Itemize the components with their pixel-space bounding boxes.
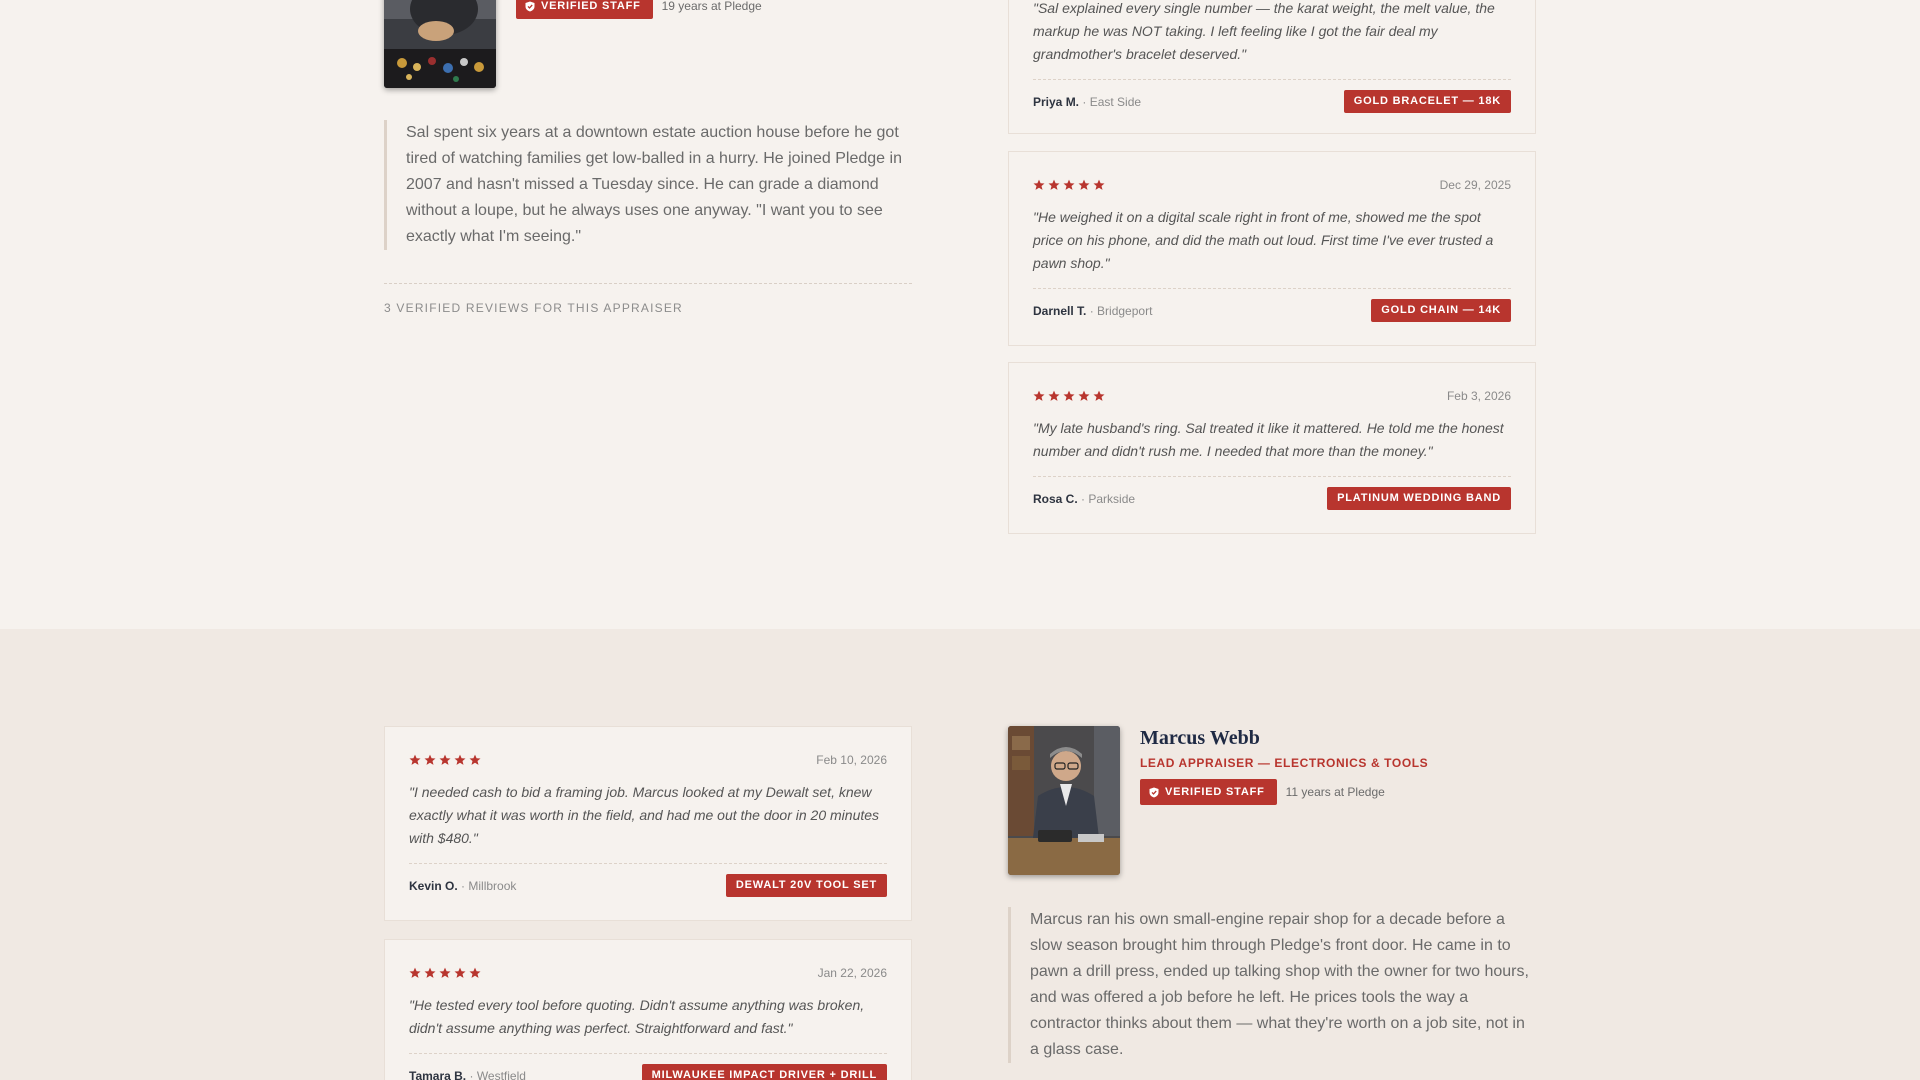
review-quote: "My late husband's ring. Sal treated it … — [1033, 420, 1504, 459]
reviewer-location: · Westfield — [469, 1068, 526, 1080]
star-icon — [409, 754, 421, 765]
review-card: Dec 29, 2025 "He weighed it on a digital… — [1008, 151, 1536, 346]
star-icon — [424, 967, 436, 978]
jeweler-photo-image — [384, 0, 496, 88]
review-quote: "He tested every tool before quoting. Di… — [409, 997, 865, 1036]
reviewer: Rosa C. · Parkside — [1033, 492, 1135, 506]
review-card: Jan 22, 2026 "He tested every tool befor… — [384, 939, 912, 1080]
reviewer-name: Rosa C. — [1033, 491, 1078, 506]
star-rating — [409, 754, 481, 766]
star-icon — [1078, 179, 1090, 190]
reviewer-name: Kevin O. — [409, 878, 458, 893]
review-header: Dec 29, 2025 — [1033, 178, 1511, 192]
item-tag: Gold Bracelet — 18K — [1343, 90, 1511, 113]
sal-bio: Sal spent six years at a downtown estate… — [384, 120, 912, 250]
reviewer: Kevin O. · Millbrook — [409, 879, 516, 893]
reviewer: Tamara B. · Westfield — [409, 1069, 526, 1080]
review-quote: "I needed cash to bid a framing job. Mar… — [409, 784, 880, 846]
marcus-section: Feb 10, 2026 "I needed cash to bid a fra… — [0, 629, 1920, 1080]
review-card: Feb 3, 2026 "My late husband's ring. Sal… — [1008, 362, 1536, 534]
star-icon — [1033, 179, 1045, 190]
reviewer-location: · East Side — [1082, 94, 1142, 109]
reviewer-name: Darnell T. — [1033, 303, 1087, 318]
marcus-photo — [1008, 726, 1120, 875]
verified-staff-badge: Verified Staff — [1140, 779, 1277, 805]
review-date: Jan 22, 2026 — [817, 966, 887, 980]
star-icon — [439, 967, 451, 978]
review-date: Dec 29, 2025 — [1439, 178, 1511, 192]
divider — [384, 283, 912, 284]
item-tag: Gold Chain — 14K — [1371, 299, 1511, 322]
item-tag: Milwaukee Impact Driver + Drill — [641, 1064, 887, 1080]
shield-check-icon — [525, 1, 535, 11]
reviewer-name: Priya M. — [1033, 94, 1080, 109]
star-rating — [1033, 390, 1105, 402]
appraiser-photo-image — [1008, 726, 1120, 875]
review-count: 3 Verified Reviews for this Appraiser — [384, 301, 683, 315]
reviewer: Priya M. · East Side — [1033, 95, 1141, 109]
review-header: Feb 3, 2026 — [1033, 389, 1511, 403]
star-icon — [1063, 390, 1075, 401]
appraiser-name: Marcus Webb — [1140, 727, 1260, 749]
star-icon — [1048, 390, 1060, 401]
star-rating — [1033, 179, 1105, 191]
item-tag: Platinum Wedding Band — [1327, 487, 1511, 510]
star-icon — [409, 967, 421, 978]
star-icon — [424, 754, 436, 765]
reviewer-name: Tamara B. — [409, 1068, 467, 1080]
sal-photo — [384, 0, 496, 88]
star-icon — [454, 967, 466, 978]
review-date: Feb 10, 2026 — [816, 753, 887, 767]
star-icon — [1078, 390, 1090, 401]
review-header: Jan 22, 2026 — [409, 966, 887, 980]
reviewer-location: · Millbrook — [461, 878, 517, 893]
star-icon — [1033, 390, 1045, 401]
star-icon — [1048, 179, 1060, 190]
review-footer: Priya M. · East Side Gold Bracelet — 18K — [1033, 79, 1511, 137]
star-rating — [409, 967, 481, 979]
sal-section: Verified Staff 19 years at Pledge Sal sp… — [0, 0, 1920, 629]
years-at-pledge: 19 years at Pledge — [661, 0, 762, 13]
reviewer-location: · Bridgeport — [1089, 303, 1153, 318]
appraiser-role: Lead Appraiser — Electronics & Tools — [1140, 756, 1429, 770]
star-icon — [469, 754, 481, 765]
verified-staff-label: Verified Staff — [541, 0, 641, 12]
review-footer: Kevin O. · Millbrook Dewalt 20V Tool Set — [409, 863, 887, 921]
star-icon — [469, 967, 481, 978]
star-icon — [439, 754, 451, 765]
review-card: Feb 10, 2026 "I needed cash to bid a fra… — [384, 726, 912, 921]
review-footer: Tamara B. · Westfield Milwaukee Impact D… — [409, 1053, 887, 1080]
review-card: "Sal explained every single number — the… — [1008, 0, 1536, 134]
review-quote: "He weighed it on a digital scale right … — [1033, 209, 1494, 271]
verified-staff-badge: Verified Staff — [516, 0, 653, 19]
shield-check-icon — [1149, 787, 1159, 797]
review-footer: Rosa C. · Parkside Platinum Wedding Band — [1033, 476, 1511, 534]
star-icon — [1093, 179, 1105, 190]
reviewer-location: · Parkside — [1081, 491, 1136, 506]
review-quote: "Sal explained every single number — the… — [1033, 0, 1495, 62]
review-footer: Darnell T. · Bridgeport Gold Chain — 14K — [1033, 288, 1511, 346]
star-icon — [454, 754, 466, 765]
review-date: Feb 3, 2026 — [1446, 389, 1511, 403]
verified-staff-label: Verified Staff — [1165, 786, 1265, 798]
item-tag: Dewalt 20V Tool Set — [725, 874, 887, 897]
marcus-badge-row: Verified Staff 11 years at Pledge — [1140, 779, 1385, 805]
star-icon — [1093, 390, 1105, 401]
years-at-pledge: 11 years at Pledge — [1285, 785, 1385, 799]
star-icon — [1063, 179, 1075, 190]
review-header: Feb 10, 2026 — [409, 753, 887, 767]
marcus-bio: Marcus ran his own small-engine repair s… — [1008, 907, 1536, 1063]
reviewer: Darnell T. · Bridgeport — [1033, 304, 1152, 318]
sal-badge-row: Verified Staff 19 years at Pledge — [516, 0, 762, 19]
